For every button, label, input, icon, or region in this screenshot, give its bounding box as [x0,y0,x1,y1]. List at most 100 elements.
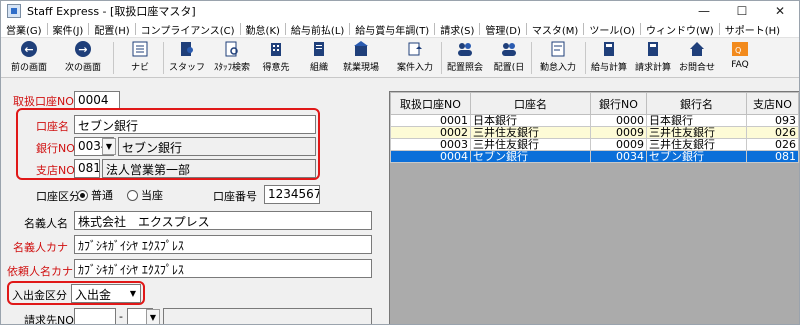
account-name-field[interactable]: セブン銀行 [74,115,316,134]
site-button[interactable]: 就業現場 [339,40,383,76]
staff-search-label: ｽﾀｯﾌ検索 [213,63,250,73]
attendance-input-button[interactable]: 勤怠入力 [535,40,581,76]
account-list-grid: 取扱口座NO 口座名 銀行NO 銀行名 支店NO 0001 日本銀行 0000 … [389,91,799,324]
attendance-icon [548,40,568,58]
table-cell: 093 [746,114,799,127]
radio-current[interactable]: 当座 [127,187,163,203]
staff-search-button[interactable]: ｽﾀｯﾌ検索 [209,40,255,76]
table-row[interactable]: 0003 三井住友銀行 0009 三井住友銀行 026 [390,138,799,151]
table-cell: 三井住友銀行 [470,126,591,139]
radio-unchecked-icon [127,189,138,201]
table-cell: 0003 [390,138,471,151]
placement-inquiry-button[interactable]: 配置照会 [445,40,485,76]
menu-attendance[interactable]: 勤怠(K) [241,22,285,37]
staff-button[interactable]: スタッフ [167,40,207,76]
requester-kana-field[interactable]: ｶﾌﾞｼｷｶﾞｲｼﾔ ｴｸｽﾌﾟﾚｽ [74,259,372,278]
billing-calc-button[interactable]: 請求計算 [633,40,673,76]
table-row[interactable]: 0001 日本銀行 0000 日本銀行 093 [390,114,799,127]
table-cell: 026 [746,126,799,139]
billing-label: 請求先NO [24,314,74,325]
table-cell: セブン銀行 [470,150,591,163]
menu-sales[interactable]: 営業(G) [1,22,47,37]
holder-kana-label: 名義人カナ [13,241,68,254]
menu-tools[interactable]: ツール(O) [584,22,640,37]
prev-screen-label: 前の画面 [10,63,47,73]
payroll-calc-button[interactable]: 給与計算 [589,40,629,76]
holder-field[interactable]: 株式会社 エクスプレス [74,211,372,230]
table-row[interactable]: 0002 三井住友銀行 0009 三井住友銀行 026 [390,126,799,139]
table-cell: セブン銀行 [646,150,747,163]
table-header-row: 取扱口座NO 口座名 銀行NO 銀行名 支店NO [390,92,799,115]
building-icon [266,40,286,58]
holder-kana-field[interactable]: ｶﾌﾞｼｷｶﾞｲｼﾔ ｴｸｽﾌﾟﾚｽ [74,235,372,254]
account-number-field[interactable]: 1234567 [264,185,320,204]
chevron-down-icon[interactable]: ▼ [126,285,140,302]
case-input-button[interactable]: 案件入力 [393,40,437,76]
table-cell: 0004 [390,150,471,163]
minimize-button[interactable]: — [685,1,723,21]
radio-ordinary[interactable]: 普通 [77,187,113,203]
table-cell: 0034 [590,150,647,163]
menu-admin[interactable]: 管理(D) [480,22,526,37]
col-account-name[interactable]: 口座名 [470,92,591,115]
table-cell: 三井住友銀行 [646,138,747,151]
billing-dropdown-button[interactable]: ▼ [146,309,160,324]
people-icon [455,40,475,58]
table-cell: 026 [746,138,799,151]
billing-calc-label: 請求計算 [634,63,671,73]
col-branch-no[interactable]: 支店NO [746,92,799,115]
client-button[interactable]: 得意先 [259,40,293,76]
people-day-icon [499,40,519,58]
staff-search-icon [222,40,242,58]
col-bank-no[interactable]: 銀行NO [590,92,647,115]
staff-icon [177,40,197,58]
menu-advance-pay[interactable]: 給与前払(L) [286,22,349,37]
faq-button[interactable]: Q FAQ [725,40,755,76]
app-window: Staff Express - [取扱口座マスタ] — ☐ ✕ 営業(G) 案件… [0,0,800,325]
deposit-label: 入出金区分 [12,289,67,302]
org-label: 組織 [309,63,328,73]
billing-field-1[interactable] [74,308,116,324]
svg-text:Q: Q [735,46,741,55]
staff-label: スタッフ [168,63,205,73]
toolbar: ← 前の画面 → 次の画面 ナビ スタッフ ｽﾀｯﾌ検索 得意先 組織 就業現場… [1,38,799,78]
prev-screen-button[interactable]: ← 前の画面 [3,40,55,76]
radio-checked-icon [77,189,88,201]
next-screen-button[interactable]: → 次の画面 [57,40,109,76]
menu-payroll[interactable]: 給与賞与年調(T) [350,22,434,37]
client-label: 得意先 [262,63,290,73]
faq-icon: Q [730,40,750,58]
table-cell: 日本銀行 [646,114,747,127]
org-button[interactable]: 組織 [303,40,335,76]
close-button[interactable]: ✕ [761,1,799,21]
menu-placement[interactable]: 配置(H) [89,22,134,37]
menu-case[interactable]: 案件(J) [48,22,89,37]
navi-label: ナビ [130,63,149,73]
contact-button[interactable]: お問合せ [677,40,717,76]
case-input-icon [405,40,425,58]
navi-button[interactable]: ナビ [123,40,157,76]
menu-billing[interactable]: 請求(S) [435,22,479,37]
window-title: Staff Express - [取扱口座マスタ] [27,5,196,18]
holder-label: 名義人名 [24,217,68,230]
menu-compliance[interactable]: コンプライアンス(C) [136,22,240,37]
menu-window[interactable]: ウィンドウ(W) [641,22,719,37]
col-bank-name[interactable]: 銀行名 [646,92,747,115]
bank-no-label: 銀行NO [36,142,75,155]
maximize-button[interactable]: ☐ [723,1,761,21]
bank-dropdown-button[interactable]: ▼ [102,138,116,155]
calculator-icon [599,40,619,58]
menu-master[interactable]: マスタ(M) [527,22,583,37]
branch-no-field[interactable]: 081 [74,159,100,178]
arrow-right-icon: → [75,41,91,57]
menu-support[interactable]: サポート(H) [720,22,785,37]
col-account-no[interactable]: 取扱口座NO [390,92,471,115]
table-row-selected[interactable]: 0004 セブン銀行 0034 セブン銀行 081 [390,150,799,163]
menu-bar: 営業(G) 案件(J) 配置(H) コンプライアンス(C) 勤怠(K) 給与前払… [1,21,799,38]
title-bar: Staff Express - [取扱口座マスタ] — ☐ ✕ [1,1,799,21]
account-form: 取扱口座NO 0004 口座名 セブン銀行 銀行NO 0034 ▼ セブン銀行 … [1,79,381,325]
account-type-label: 口座区分 [36,190,80,203]
placement-day-button[interactable]: 配置(日 [489,40,529,76]
table-cell: 0009 [590,126,647,139]
table-cell: 0001 [390,114,471,127]
